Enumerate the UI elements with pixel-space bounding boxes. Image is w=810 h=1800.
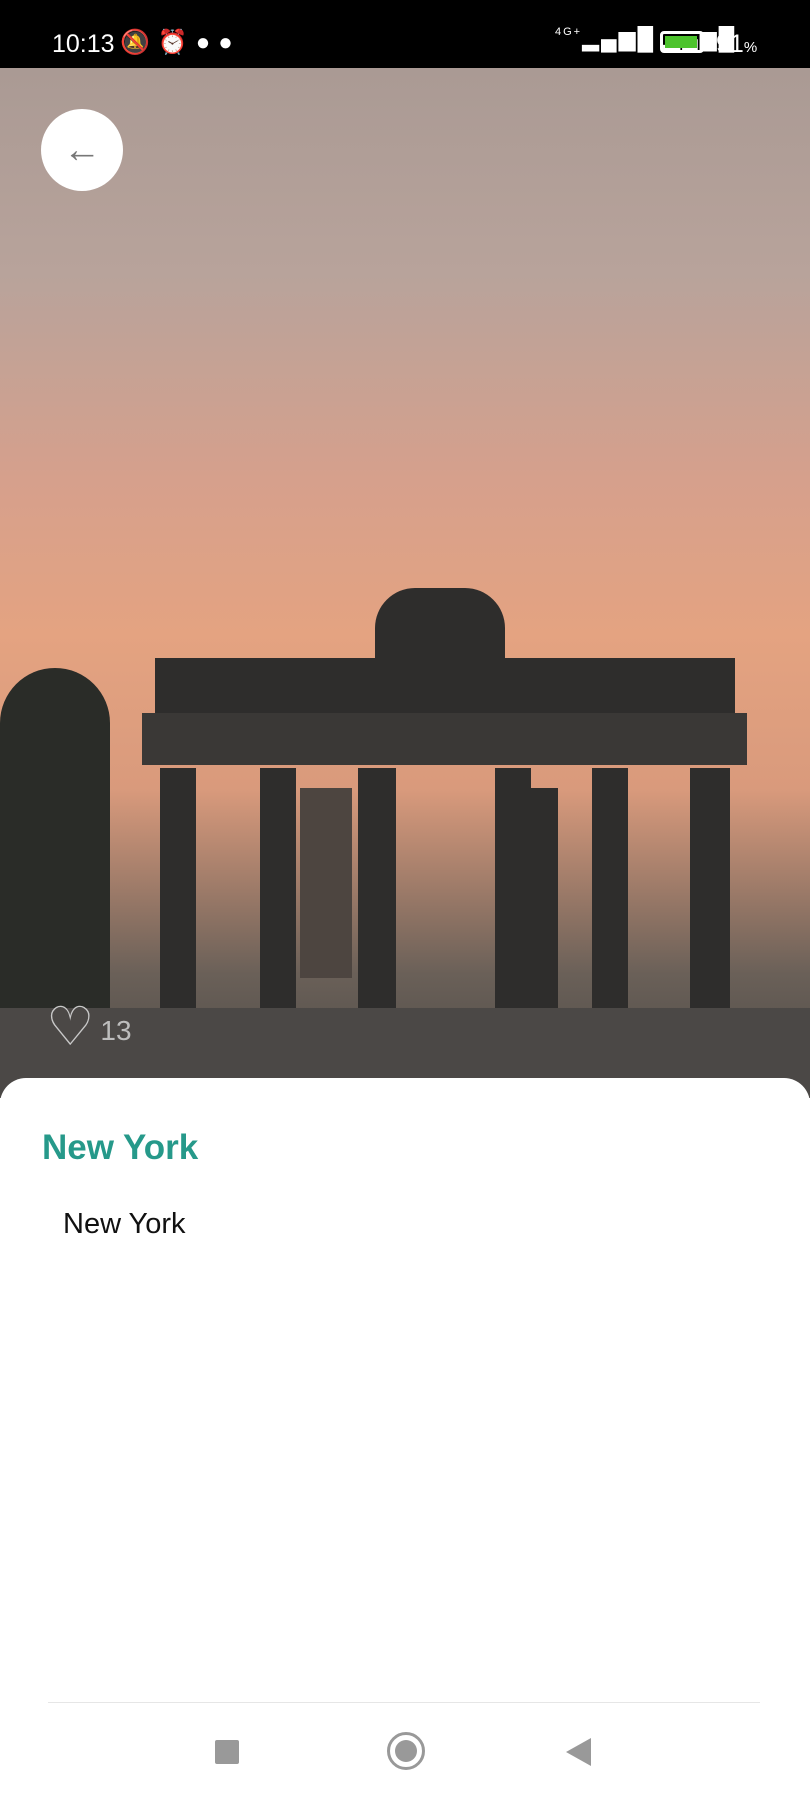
place-title: New York <box>42 1128 199 1167</box>
details-sheet: New York New York <box>0 1078 810 1800</box>
like-button[interactable]: ♡ 13 <box>46 1000 132 1054</box>
back-button[interactable]: ← <box>41 109 123 191</box>
heart-outline-icon: ♡ <box>46 997 95 1057</box>
recents-button[interactable] <box>215 1740 239 1764</box>
system-back-button[interactable] <box>566 1738 591 1766</box>
signal-icon: 4G+▂▄▆█ ▂▄▆█ <box>555 26 737 51</box>
nav-divider <box>48 1702 760 1703</box>
app-notification-icon: ● <box>195 29 219 56</box>
hero-image <box>0 68 810 1098</box>
like-count: 13 <box>100 1015 132 1046</box>
place-description: New York <box>63 1208 186 1240</box>
app-notification-icon: ● <box>218 29 241 56</box>
alarm-icon: ⏰ <box>157 29 196 56</box>
battery-icon <box>660 31 704 53</box>
battery-percent: 91% <box>716 30 758 58</box>
home-button[interactable] <box>387 1732 425 1770</box>
arrow-left-icon: ← <box>63 128 101 171</box>
vibrate-mute-icon: 🔕 <box>120 29 158 56</box>
notification-icons: 🔕⏰●● <box>120 28 241 57</box>
clock: 10:13 <box>52 30 115 58</box>
status-bar: 10:13 🔕⏰●● 4G+▂▄▆█ ▂▄▆█ 91% <box>0 0 810 68</box>
